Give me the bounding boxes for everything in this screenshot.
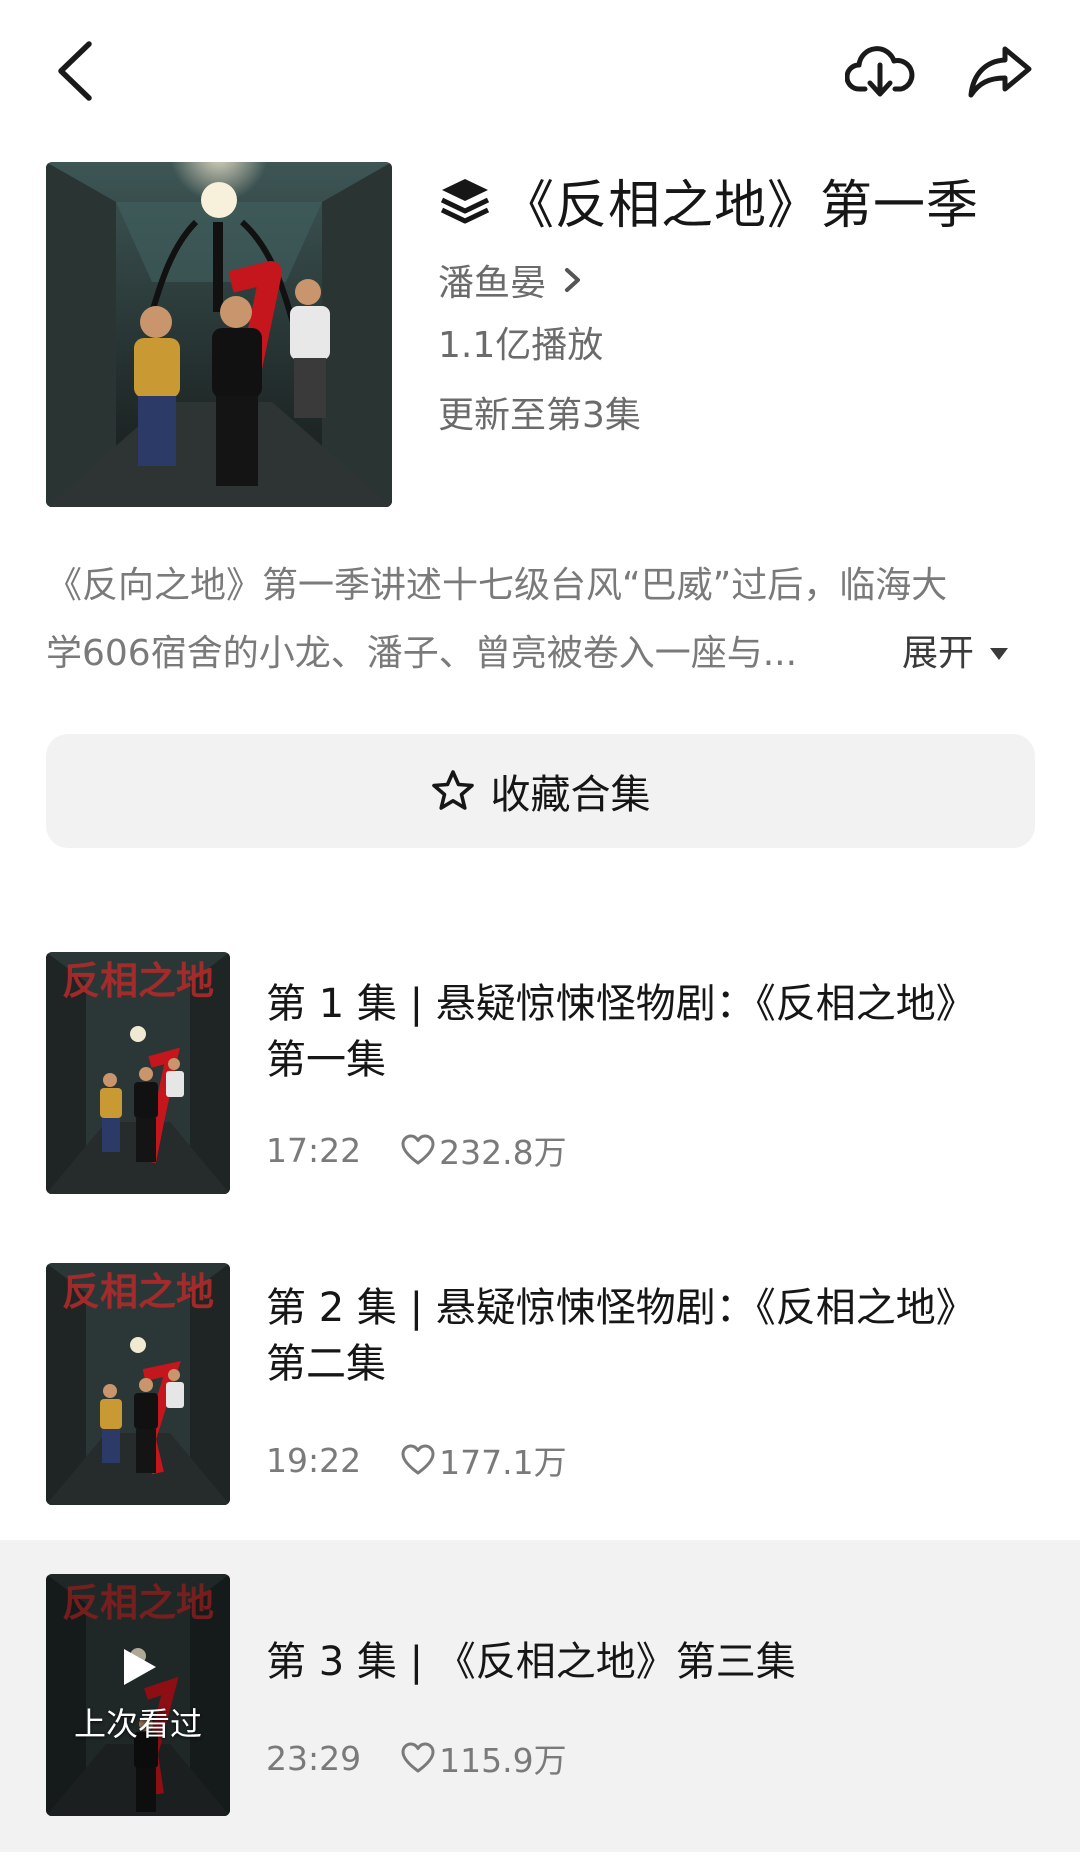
expand-label: 展开 [902, 633, 975, 674]
author-link[interactable]: 潘鱼晏 [438, 252, 584, 308]
episode-row[interactable]: 反相之地 第 2 集 | 悬疑惊悚怪物剧：《反相之地》 第二集 19:22 17… [0, 1240, 1080, 1540]
last-watched-overlay: 上次看过 [46, 1574, 230, 1816]
episode-duration: 23:29 [266, 1738, 362, 1778]
episode-meta: 19:22 177.1万 [266, 1436, 567, 1484]
description-line-2: 学606宿舍的小龙、潘子、曾亮被卷入一座与... [46, 633, 798, 674]
episode-duration: 17:22 [266, 1130, 362, 1170]
share-button[interactable] [960, 36, 1040, 106]
download-button[interactable] [840, 36, 920, 106]
episode-thumbnail: 反相之地 [46, 952, 230, 1194]
chevron-right-icon [565, 268, 581, 292]
thumbnail-art: 反相之地 [46, 952, 230, 1194]
episode-title-line-1: 第 3 集 | 《反相之地》第三集 [266, 1639, 796, 1685]
play-count: 1.1亿播放 [438, 325, 604, 366]
episode-row[interactable]: 反相之地 第 1 集 | 悬疑惊悚怪物剧：《反相之地》 第一集 17:22 23… [0, 930, 1080, 1230]
episode-title-line-1: 第 1 集 | 悬疑惊悚怪物剧：《反相之地》 [266, 981, 976, 1027]
thumbnail-art: 反相之地 [46, 1263, 230, 1505]
author-name: 潘鱼晏 [438, 263, 547, 304]
episode-title: 第 1 集 | 悬疑惊悚怪物剧：《反相之地》 第一集 [266, 976, 1036, 1088]
heart-icon [401, 1742, 435, 1773]
episode-title: 第 2 集 | 悬疑惊悚怪物剧：《反相之地》 第二集 [266, 1280, 1036, 1392]
back-icon [58, 41, 92, 101]
star-icon [431, 770, 474, 810]
heart-icon [401, 1444, 435, 1475]
collection-description: 《反向之地》第一季讲述十七级台风“巴威”过后，临海大 学606宿舍的小龙、潘子、… [46, 552, 1036, 688]
episode-title-line-1: 第 2 集 | 悬疑惊悚怪物剧：《反相之地》 [266, 1285, 976, 1331]
episode-duration: 19:22 [266, 1440, 362, 1480]
collection-cover-image[interactable] [46, 162, 392, 507]
description-line-1: 《反向之地》第一季讲述十七级台风“巴威”过后，临海大 [46, 565, 948, 606]
episode-title-line-2: 第二集 [266, 1341, 386, 1387]
episode-likes: 232.8万 [439, 1133, 567, 1172]
episode-thumbnail: 反相之地 上次看过 [46, 1574, 230, 1816]
poster-art [46, 162, 392, 507]
thumbnail-title-text: 反相之地 [62, 959, 214, 1003]
play-icon [124, 1649, 156, 1685]
top-bar [0, 0, 1080, 145]
collection-title-text: 《反相之地》第一季 [502, 175, 980, 236]
caret-down-icon [990, 648, 1009, 660]
episode-meta: 23:29 115.9万 [266, 1734, 567, 1782]
episode-title: 第 3 集 | 《反相之地》第三集 [266, 1634, 1036, 1690]
thumbnail-title-text: 反相之地 [62, 1270, 214, 1314]
heart-icon [401, 1134, 435, 1165]
collection-title: 《反相之地》第一季 [438, 165, 1058, 236]
back-button[interactable] [40, 36, 110, 106]
expand-button[interactable]: 展开 [902, 620, 1010, 688]
episode-row-current[interactable]: 反相之地 上次看过 第 3 集 | 《反相之地》第三集 23:29 115.9万 [0, 1540, 1080, 1852]
download-icon [845, 46, 915, 97]
update-status: 更新至第3集 [438, 395, 641, 436]
episode-thumbnail: 反相之地 [46, 1263, 230, 1505]
episode-likes: 115.9万 [439, 1741, 567, 1780]
share-icon [968, 46, 1032, 98]
collect-collection-button[interactable]: 收藏合集 [46, 734, 1035, 848]
layers-icon [440, 179, 490, 224]
last-watched-label: 上次看过 [73, 1705, 202, 1743]
collect-label: 收藏合集 [490, 772, 651, 818]
episode-likes: 177.1万 [439, 1443, 567, 1482]
episode-title-line-2: 第一集 [266, 1037, 386, 1083]
episode-meta: 17:22 232.8万 [266, 1126, 567, 1174]
